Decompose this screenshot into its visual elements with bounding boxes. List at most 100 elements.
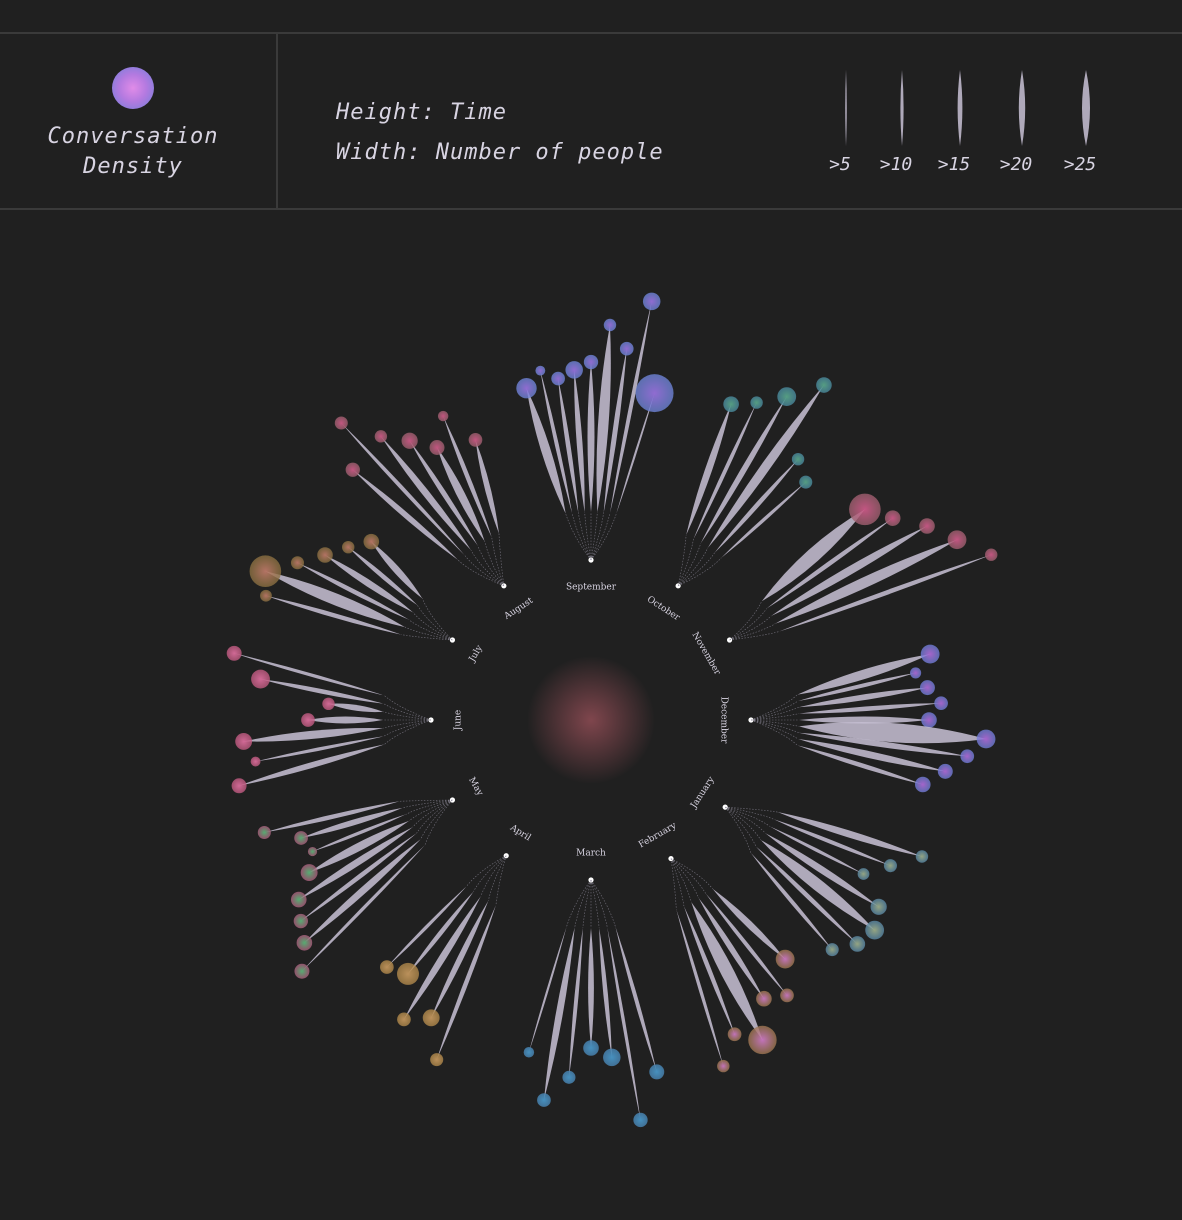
density-bubble [884,510,901,526]
density-bubble [849,936,866,952]
branch-connector [750,694,798,721]
density-bubble [294,963,310,979]
height-encoding-label: Height: Time [336,100,507,125]
density-bubble [342,540,355,554]
density-bubble [870,898,887,915]
density-bubble [799,475,813,489]
branch-connector [677,535,687,586]
density-bubble [775,949,795,969]
branch-connector [401,634,453,641]
conversation-stem [587,362,595,512]
branch-connector [724,806,752,854]
branch-connector [408,619,453,641]
density-bubble [920,644,940,664]
density-bubble [551,371,565,386]
density-bubble [619,341,634,356]
branch-connector [750,719,798,746]
width-scale-shape [900,70,904,146]
density-bubble [293,913,308,929]
density-bubble [322,697,335,711]
density-bubble [260,589,272,602]
density-bubble [249,555,282,588]
conversation-stem [304,839,421,943]
density-bubble [231,778,247,794]
branch-connector [571,512,592,561]
width-scale-svg: >5 >10 >15 >20 >25 [829,70,1097,175]
branch-connector [590,512,611,561]
width-scale-label: >10 [880,154,913,175]
density-bubble [334,416,348,430]
width-scale-label: >5 [829,154,851,175]
legend-bar: Conversation Density Height: Time Width:… [0,32,1182,210]
density-bubble [633,1112,648,1128]
density-bubble [345,462,360,477]
conversation-stem [798,722,987,744]
branch-connector [582,879,592,928]
density-bubble [437,410,449,422]
density-bubble [290,891,307,908]
density-bubble [825,943,839,957]
conversation-stem [243,728,384,742]
branch-connector [424,799,453,846]
density-bubble [250,756,261,767]
density-bubble [937,763,953,779]
month-label: June [454,710,464,732]
branch-connector [498,533,505,586]
branch-connector [725,806,778,813]
density-bubble [583,1040,599,1056]
radial-timeline-chart: September October November December January F… [226,292,998,1128]
branch-connector [399,799,453,802]
width-scale-label: >25 [1064,154,1097,175]
density-bubble [565,361,583,379]
density-bubble [294,831,308,845]
month-label: October [645,595,682,624]
density-bubble [300,864,318,882]
density-bubble [235,732,253,750]
density-bubble [947,530,967,550]
center-glow [527,656,655,784]
density-bubble [849,493,881,526]
density-bubble [921,712,937,728]
conversation-stem [260,679,384,704]
month-label: February [637,820,679,850]
density-bubble [748,1025,777,1055]
density-bubble [397,1012,411,1027]
density-bubble [583,354,599,370]
branch-connector [584,512,592,561]
density-bubble [301,713,315,727]
density-bubble [919,680,935,696]
width-scale-shape [1082,70,1090,146]
width-scale-legend: >5 >10 >15 >20 >25 [800,64,1120,184]
branch-connector [421,598,453,641]
month-group: June [226,645,464,794]
density-swatch [112,67,154,109]
month-group: December [719,644,996,793]
density-bubble [226,645,242,661]
branch-connector [384,719,432,745]
month-label: December [719,697,729,745]
density-bubble [756,990,772,1007]
density-bubble [883,859,897,873]
density-bubble [960,749,975,764]
branch-connector [590,879,600,928]
density-bubble [562,1070,576,1084]
month-group: September [516,292,674,593]
density-bubble [396,962,419,985]
conversation-stem [721,482,806,558]
branch-connector [677,538,694,586]
density-bubble [537,1093,551,1107]
branch-connector [677,543,702,586]
branch-connector [574,879,592,928]
density-bubble [727,1027,742,1042]
conversation-stem [599,927,612,1058]
density-bubble [374,430,388,443]
density-label: Conversation Density [47,124,219,179]
density-bubble [317,547,333,563]
month-label: July [467,643,485,665]
branch-connector [678,557,722,587]
density-bubble [468,433,483,447]
width-scale-shape [845,70,847,146]
density-bubble [857,868,870,880]
density-bubble [535,365,546,376]
width-scale-shape [957,70,963,146]
